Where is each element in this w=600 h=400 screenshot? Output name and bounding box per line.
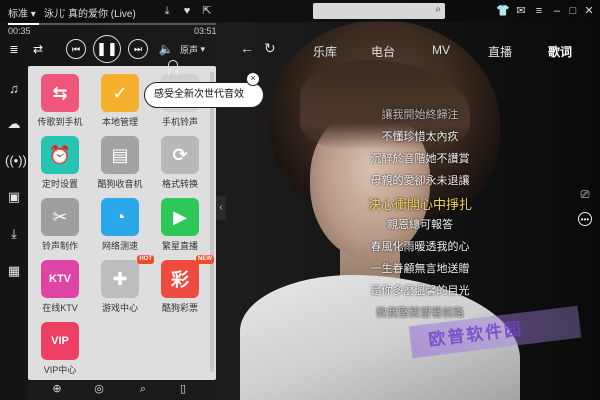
search-input[interactable]: ⌕	[313, 3, 445, 19]
mail-icon[interactable]: ✉	[514, 4, 528, 18]
find-icon[interactable]: ⌕	[136, 382, 150, 396]
tab-live[interactable]: 直播	[488, 43, 512, 60]
lyric-line: 親恩總可報答	[387, 219, 453, 231]
download-icon[interactable]: ⤓	[160, 4, 174, 18]
locate-icon[interactable]: ◎	[92, 382, 106, 396]
desktop-lyrics-icon[interactable]: ⎚	[578, 188, 592, 202]
progress-fill	[8, 23, 40, 25]
heart-icon[interactable]: ♥	[180, 4, 194, 18]
local-file-icon[interactable]: ▣	[5, 188, 23, 206]
app-tile-icon[interactable]: VIP	[41, 322, 79, 360]
app-label: 游戏中心	[101, 303, 138, 313]
app-tile-icon[interactable]: KTV	[41, 260, 79, 298]
app-tile-icon[interactable]: ✚	[101, 260, 139, 298]
minimize-icon[interactable]: –	[550, 4, 564, 18]
maximize-icon[interactable]: □	[566, 4, 580, 18]
tab-radio[interactable]: 电台	[371, 43, 395, 60]
apps-grid-icon[interactable]: ▦	[5, 262, 23, 280]
app-item[interactable]: ✚ HOT 游戏中心	[92, 255, 154, 314]
app-label: 手机铃声	[161, 117, 198, 127]
sound-effect-tooltip: 感受全新次世代音效	[144, 82, 264, 108]
app-item[interactable]: ⏰ 定时设置	[32, 136, 88, 190]
app-item[interactable]: ✂ 铃声制作	[32, 198, 88, 252]
menu-icon[interactable]: ≡	[532, 4, 546, 18]
app-label: VIP中心	[43, 365, 77, 375]
app-label: 本地管理	[101, 117, 138, 127]
cloud-icon[interactable]: ☁	[5, 115, 23, 133]
app-tile-icon[interactable]: ⇆	[41, 74, 79, 112]
app-label: 繁星直播	[161, 241, 198, 251]
collapse-panel-handle[interactable]: ‹	[216, 196, 226, 220]
lyric-line: 讓我開始終歸注	[381, 109, 459, 121]
app-label: 网络测速	[101, 241, 138, 251]
current-lyric-line: 決心衝開心中掙扎	[367, 197, 472, 212]
search-icon[interactable]: ⌕	[435, 4, 441, 15]
app-tile-icon[interactable]: ✂	[41, 198, 79, 236]
lyric-line: 不懂珍惜太內疚	[381, 131, 459, 143]
app-badge: NEW	[196, 255, 214, 264]
app-label: 在线KTV	[42, 303, 78, 313]
quality-selector[interactable]: 标准 ▾	[8, 5, 36, 20]
tooltip-close-icon[interactable]: ×	[246, 72, 260, 86]
app-label: 格式转换	[161, 179, 198, 189]
app-label: 酷狗彩票	[161, 303, 198, 313]
add-icon[interactable]: ⊕	[50, 382, 64, 396]
share-icon[interactable]: ⇱	[200, 4, 214, 18]
left-nav-rail: ♫ ☁ ((•)) ▣ ⤓ ▦	[0, 60, 28, 380]
close-icon[interactable]: ✕	[582, 4, 596, 18]
lyric-line: 沉醉於音階她不讚賞	[370, 153, 470, 165]
app-item[interactable]: 彩 NEW 酷狗彩票	[152, 255, 214, 314]
skin-icon[interactable]: 👕	[496, 4, 510, 18]
elapsed-time: 00:35	[8, 26, 31, 36]
back-arrow-icon[interactable]: ←	[240, 40, 254, 56]
refresh-icon[interactable]: ↻	[264, 40, 276, 57]
app-tile-icon[interactable]: ▶	[161, 198, 199, 236]
app-item[interactable]: ⟳ 格式转换	[152, 136, 208, 190]
app-tile-icon[interactable]: ▤	[101, 136, 139, 174]
app-tile-icon[interactable]: ◔	[101, 198, 139, 236]
app-item[interactable]: ⇆ 传歌到手机	[32, 74, 88, 128]
tab-library[interactable]: 乐库	[313, 43, 337, 60]
sound-effect-selector[interactable]: 原声 ▾	[180, 43, 205, 56]
app-label: 定时设置	[41, 179, 78, 189]
volume-icon[interactable]: 🔈	[158, 41, 174, 57]
music-note-icon[interactable]: ♫	[5, 80, 23, 98]
app-label: 传歌到手机	[37, 117, 83, 127]
now-playing-artist[interactable]: 泳儿	[44, 5, 64, 20]
radio-signal-icon[interactable]: ((•))	[5, 152, 27, 170]
more-options-icon[interactable]: •••	[578, 212, 592, 226]
pause-button[interactable]: ❚❚	[93, 35, 121, 63]
app-item[interactable]: ▤ 酷狗收音机	[92, 136, 148, 190]
app-tile-icon[interactable]: ⏰	[41, 136, 79, 174]
app-tile-icon[interactable]: ⟳	[161, 136, 199, 174]
panel-scrollbar[interactable]	[210, 72, 214, 372]
tooltip-pointer	[168, 60, 178, 76]
app-item[interactable]: KTV 在线KTV	[32, 260, 88, 314]
tab-mv[interactable]: MV	[432, 43, 450, 57]
mobile-icon[interactable]: ▯	[176, 382, 190, 396]
app-item[interactable]: ▶ 繁星直播	[152, 198, 208, 252]
download-manager-icon[interactable]: ⤓	[5, 225, 23, 243]
now-playing-song[interactable]: 真的爱你 (Live)	[68, 5, 136, 20]
lyric-line: 一生眷顧無言地送贈	[370, 263, 470, 275]
lyric-line: 母親的愛卻永未退讓	[370, 175, 470, 187]
app-item[interactable]: ✓ 本地管理	[92, 74, 148, 128]
lyric-line: 是你多麼溫馨的目光	[370, 285, 470, 297]
app-tile-icon[interactable]: ✓	[101, 74, 139, 112]
app-label: 铃声制作	[41, 241, 78, 251]
playlist-icon[interactable]: ≣	[6, 42, 22, 56]
app-item[interactable]: ◔ 网络测速	[92, 198, 148, 252]
app-item[interactable]: VIP VIP中心	[32, 322, 88, 376]
tab-lyrics[interactable]: 歌词	[548, 43, 572, 60]
app-label: 酷狗收音机	[97, 179, 143, 189]
previous-button[interactable]: ⏮	[66, 39, 86, 59]
next-button[interactable]: ⏭	[128, 39, 148, 59]
lyric-line: 春風化雨暖透我的心	[370, 241, 470, 253]
app-panel: ⇆传歌到手机✓本地管理♪手机铃声⏰定时设置▤酷狗收音机⟳格式转换✂铃声制作◔网络…	[28, 66, 216, 380]
app-tile-icon[interactable]: 彩	[161, 260, 199, 298]
repeat-icon[interactable]: ⇄	[30, 42, 46, 56]
total-time: 03:51	[194, 26, 217, 36]
progress-bar[interactable]	[8, 23, 216, 25]
now-playing-separator: -	[62, 5, 66, 16]
